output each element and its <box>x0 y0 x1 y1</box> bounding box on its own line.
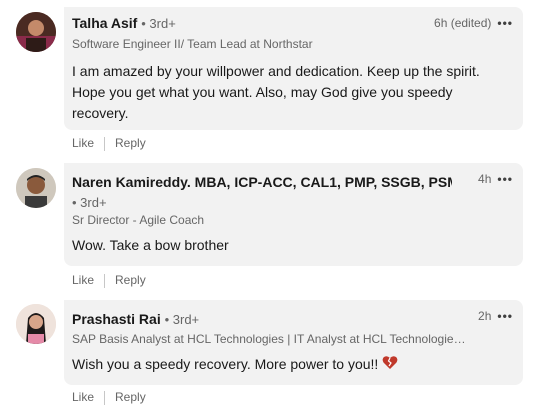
comment-actions: Like Reply <box>72 273 146 288</box>
comment-actions: Like Reply <box>72 390 146 405</box>
author-line: Talha Asif • 3rd+ <box>72 15 176 31</box>
comment-text: Wish you a speedy recovery. More power t… <box>72 356 379 372</box>
author-name[interactable]: Prashasti Rai <box>72 311 161 327</box>
comment-naren-kamireddy: Naren Kamireddy. MBA, ICP-ACC, CAL1, PMP… <box>0 156 541 292</box>
comment-meta: 2h ••• <box>478 309 513 323</box>
broken-heart-icon <box>382 355 398 376</box>
comment-bubble: Prashasti Rai • 3rd+ SAP Basis Analyst a… <box>64 300 523 385</box>
timestamp: 6h (edited) <box>434 16 492 30</box>
comment-text-line: Wish you a speedy recovery. More power t… <box>72 354 492 376</box>
like-button[interactable]: Like <box>72 136 94 150</box>
comment-bubble: Talha Asif • 3rd+ Software Engineer II/ … <box>64 7 523 130</box>
author-headline: Software Engineer II/ Team Lead at North… <box>72 37 313 51</box>
connection-degree: • 3rd+ <box>141 16 176 31</box>
comment-talha-asif: Talha Asif • 3rd+ Software Engineer II/ … <box>0 0 541 156</box>
timestamp: 4h <box>478 172 492 186</box>
like-button[interactable]: Like <box>72 273 94 287</box>
reply-button[interactable]: Reply <box>115 273 146 287</box>
connection-degree: • 3rd+ <box>72 195 107 210</box>
divider <box>104 136 106 151</box>
reply-button[interactable]: Reply <box>115 136 146 150</box>
connection-degree: • 3rd+ <box>164 312 200 327</box>
reply-button[interactable]: Reply <box>115 390 146 404</box>
divider <box>104 273 106 288</box>
comment-text: Wow. Take a bow brother <box>72 237 229 253</box>
author-headline: Sr Director - Agile Coach <box>72 213 205 227</box>
avatar[interactable] <box>16 12 56 52</box>
author-line: Prashasti Rai • 3rd+ <box>72 311 199 327</box>
like-button[interactable]: Like <box>72 390 94 404</box>
comment-prashasti-rai: Prashasti Rai • 3rd+ SAP Basis Analyst a… <box>0 292 541 416</box>
comment-text: I am amazed by your willpower and dedica… <box>72 63 480 121</box>
author-line: Naren Kamireddy. MBA, ICP-ACC, CAL1, PMP… <box>72 174 452 190</box>
comment-actions: Like Reply <box>72 136 146 151</box>
comment-meta: 4h ••• <box>478 172 513 186</box>
author-name[interactable]: Naren Kamireddy. MBA, ICP-ACC, CAL1, PMP… <box>72 174 452 190</box>
divider <box>104 390 106 405</box>
avatar[interactable] <box>16 304 56 344</box>
ellipsis-icon[interactable]: ••• <box>497 172 513 186</box>
author-name[interactable]: Talha Asif <box>72 15 137 31</box>
timestamp: 2h <box>478 309 492 323</box>
author-headline: SAP Basis Analyst at HCL Technologies | … <box>72 332 467 346</box>
avatar[interactable] <box>16 168 56 208</box>
avatar-photo <box>16 12 56 52</box>
avatar-photo <box>16 304 56 344</box>
ellipsis-icon[interactable]: ••• <box>497 309 513 323</box>
comment-bubble: Naren Kamireddy. MBA, ICP-ACC, CAL1, PMP… <box>64 163 523 266</box>
avatar-photo <box>16 168 56 208</box>
ellipsis-icon[interactable]: ••• <box>497 16 513 30</box>
comment-meta: 6h (edited) ••• <box>434 16 513 30</box>
